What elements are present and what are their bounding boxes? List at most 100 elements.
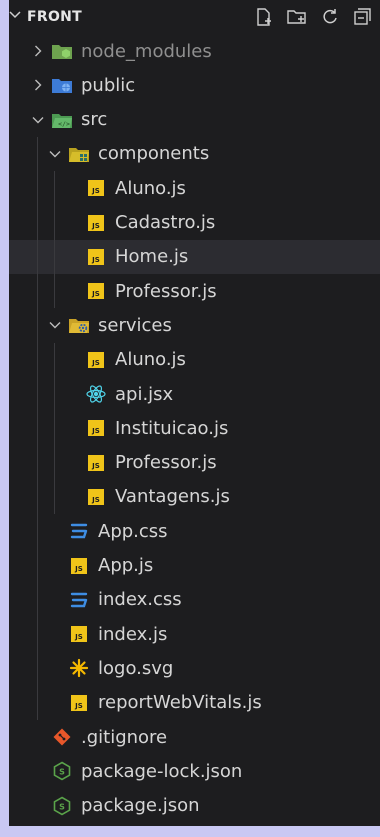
svg-text:JS: JS [91, 222, 100, 230]
svg-text:JS: JS [74, 633, 83, 641]
tree-item-label: Professor.js [115, 452, 217, 474]
tree-file-package-json[interactable]: Spackage.json [9, 789, 380, 823]
tree-folder-public[interactable]: public [9, 68, 380, 102]
tree-item-label: Cadastro.js [115, 212, 216, 233]
js-file-icon: JS [85, 248, 107, 266]
chevron-down-icon[interactable] [48, 318, 62, 332]
js-file-icon: JS [85, 351, 107, 369]
js-file-icon: JS [85, 214, 107, 232]
tree-item-label: reportWebVitals.js [98, 692, 262, 714]
tree-file-professor-js[interactable]: JS Professor.js [9, 274, 380, 308]
svg-text:JS: JS [91, 256, 100, 264]
git-icon [51, 728, 73, 746]
chevron-down-icon[interactable] [9, 8, 27, 26]
react-icon [85, 385, 107, 403]
folder-public-icon [51, 76, 73, 94]
chevron-down-icon[interactable] [31, 113, 45, 127]
tree-file-logo-svg[interactable]: logo.svg [9, 651, 380, 685]
svg-text:JS: JS [74, 702, 83, 710]
tree-file-api-jsx[interactable]: api.jsx [9, 377, 380, 411]
svg-text:S: S [59, 768, 65, 777]
svg-text:JS: JS [91, 290, 100, 298]
tree-item-label: Home.js [115, 246, 189, 268]
workspace-title: FRONT [27, 9, 83, 25]
indent-guide-line [37, 136, 38, 720]
css-file-icon [68, 591, 90, 609]
tree-file-cadastro-js[interactable]: JS Cadastro.js [9, 206, 380, 240]
svg-text:JS: JS [74, 565, 83, 573]
tree-file-index-css[interactable]: index.css [9, 583, 380, 617]
indent-guide-line [54, 342, 55, 515]
tree-file-app-js[interactable]: JS App.js [9, 549, 380, 583]
tree-file-reportwebvitals-js[interactable]: JS reportWebVitals.js [9, 686, 380, 720]
tree-item-label: package-lock.json [81, 760, 243, 782]
tree-item-label: Vantagens.js [115, 486, 230, 508]
js-file-icon: JS [85, 282, 107, 300]
tree-item-label: node_modules [81, 40, 212, 62]
tree-item-label: logo.svg [98, 657, 174, 679]
svg-text:JS: JS [91, 187, 100, 195]
tree-file-aluno-js[interactable]: JS Aluno.js [9, 171, 380, 205]
tree-file-aluno-js[interactable]: JS Aluno.js [9, 343, 380, 377]
svg-text:JS: JS [91, 496, 100, 504]
tree-file-instituicao-js[interactable]: JS Instituicao.js [9, 411, 380, 445]
tree-folder-node-modules[interactable]: node_modules [9, 34, 380, 68]
folder-src-icon: </> [51, 111, 73, 129]
js-file-icon: JS [68, 625, 90, 643]
chevron-down-icon[interactable] [48, 147, 62, 161]
tree-item-label: package.json [81, 795, 200, 817]
tree-file-index-js[interactable]: JS index.js [9, 617, 380, 651]
js-file-icon: JS [68, 694, 90, 712]
svg-text:S: S [59, 802, 65, 811]
tree-file-vantagens-js[interactable]: JS Vantagens.js [9, 480, 380, 514]
indent-guide-line [54, 171, 55, 309]
svg-text:</>: </> [58, 120, 70, 128]
tree-file-professor-js[interactable]: JS Professor.js [9, 446, 380, 480]
tree-item-label: Professor.js [115, 280, 217, 302]
js-file-icon: JS [85, 419, 107, 437]
tree-file-package-lock-json[interactable]: Spackage-lock.json [9, 754, 380, 788]
tree-file-gitignore[interactable]: .gitignore [9, 720, 380, 754]
tree-item-label: public [81, 74, 136, 96]
tree-item-label: services [98, 314, 172, 336]
new-folder-icon[interactable] [286, 7, 308, 27]
tree-item-label: Aluno.js [115, 349, 186, 371]
svg-text:JS: JS [91, 359, 100, 367]
file-explorer-panel: FRONT node_modulespublic </> src components… [9, 0, 380, 837]
chevron-right-icon[interactable] [31, 44, 45, 58]
tree-folder-services[interactable]: services [9, 308, 380, 342]
tree-file-app-css[interactable]: App.css [9, 514, 380, 548]
folder-components-icon [68, 145, 90, 163]
tree-item-label: App.css [98, 520, 168, 542]
tree-file-home-js[interactable]: JS Home.js [9, 239, 380, 274]
tree-item-label: components [98, 143, 210, 165]
tree-item-label: index.js [98, 623, 168, 645]
folder-node-icon [51, 42, 73, 60]
tree-folder-components[interactable]: components [9, 137, 380, 171]
new-file-icon[interactable] [254, 7, 274, 27]
explorer-header[interactable]: FRONT [9, 0, 380, 34]
tree-item-label: src [81, 109, 108, 131]
refresh-icon[interactable] [320, 7, 340, 27]
js-file-icon: JS [85, 488, 107, 506]
tree-folder-src[interactable]: </> src [9, 103, 380, 137]
svg-text:JS: JS [91, 462, 100, 470]
tree-item-label: index.css [98, 589, 182, 611]
collapse-icon[interactable] [352, 7, 372, 27]
tree-item-label: Aluno.js [115, 177, 186, 199]
tree-item-label: Instituicao.js [115, 417, 229, 439]
js-file-icon: JS [68, 557, 90, 575]
explorer-actions [254, 7, 372, 27]
tree-item-label: api.jsx [115, 383, 174, 405]
folder-services-icon [68, 316, 90, 334]
nodejs-icon: S [51, 796, 73, 816]
js-file-icon: JS [85, 454, 107, 472]
svg-text:JS: JS [91, 427, 100, 435]
tree-item-label: .gitignore [81, 726, 168, 748]
chevron-right-icon[interactable] [31, 78, 45, 92]
css-file-icon [68, 522, 90, 540]
frame-strip [0, 826, 380, 837]
nodejs-icon: S [51, 761, 73, 781]
svg-file-icon [68, 659, 90, 678]
js-file-icon: JS [85, 179, 107, 197]
